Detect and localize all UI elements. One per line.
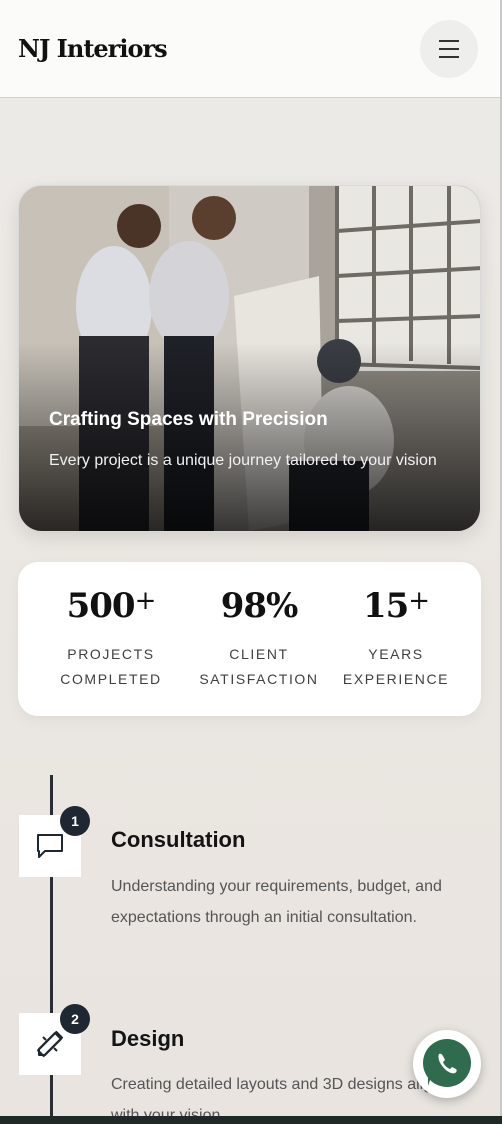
brand-logo[interactable]: NJ Interiors: [18, 34, 168, 63]
stat-experience: 15+ YEARS EXPERIENCE: [340, 586, 452, 692]
step-title-consultation: Consultation: [111, 827, 246, 852]
chat-bubble-icon: [37, 834, 63, 858]
stats-card: 500+ PROJECTS COMPLETED 98% CLIENT SATISFA…: [18, 562, 481, 716]
stat-satisfaction-number: 98%: [220, 586, 299, 626]
stat-satisfaction: 98% CLIENT SATISFACTION: [196, 586, 322, 692]
stat-projects-label: PROJECTS COMPLETED: [60, 646, 162, 687]
stat-experience-number: 15+: [362, 586, 430, 626]
stat-projects: 500+ PROJECTS COMPLETED: [60, 586, 162, 692]
step-description-consultation: Understanding your requirements, budget,…: [111, 878, 442, 926]
hero-title: Crafting Spaces with Precision: [49, 409, 328, 430]
stat-satisfaction-label: CLIENT SATISFACTION: [199, 646, 319, 687]
site-header: NJ Interiors: [0, 0, 500, 98]
hero-card: Crafting Spaces with Precision Every pro…: [18, 185, 481, 532]
whatsapp-icon: [423, 1039, 471, 1087]
whatsapp-button[interactable]: [413, 1030, 481, 1098]
stat-projects-number: 500+: [66, 586, 157, 626]
stat-experience-label: YEARS EXPERIENCE: [342, 646, 450, 687]
bottom-bar: [0, 1116, 502, 1124]
menu-button[interactable]: [420, 19, 478, 78]
pencil-ruler-icon: [36, 1030, 64, 1058]
hamburger-menu-icon: [439, 39, 459, 42]
hero-subtitle: Every project is a unique journey tailor…: [49, 452, 437, 469]
step-number-badge: 2: [60, 1004, 90, 1034]
step-number-badge: 1: [60, 806, 90, 836]
hero-photo: [19, 186, 480, 531]
step-title-design: Design: [111, 1026, 185, 1051]
